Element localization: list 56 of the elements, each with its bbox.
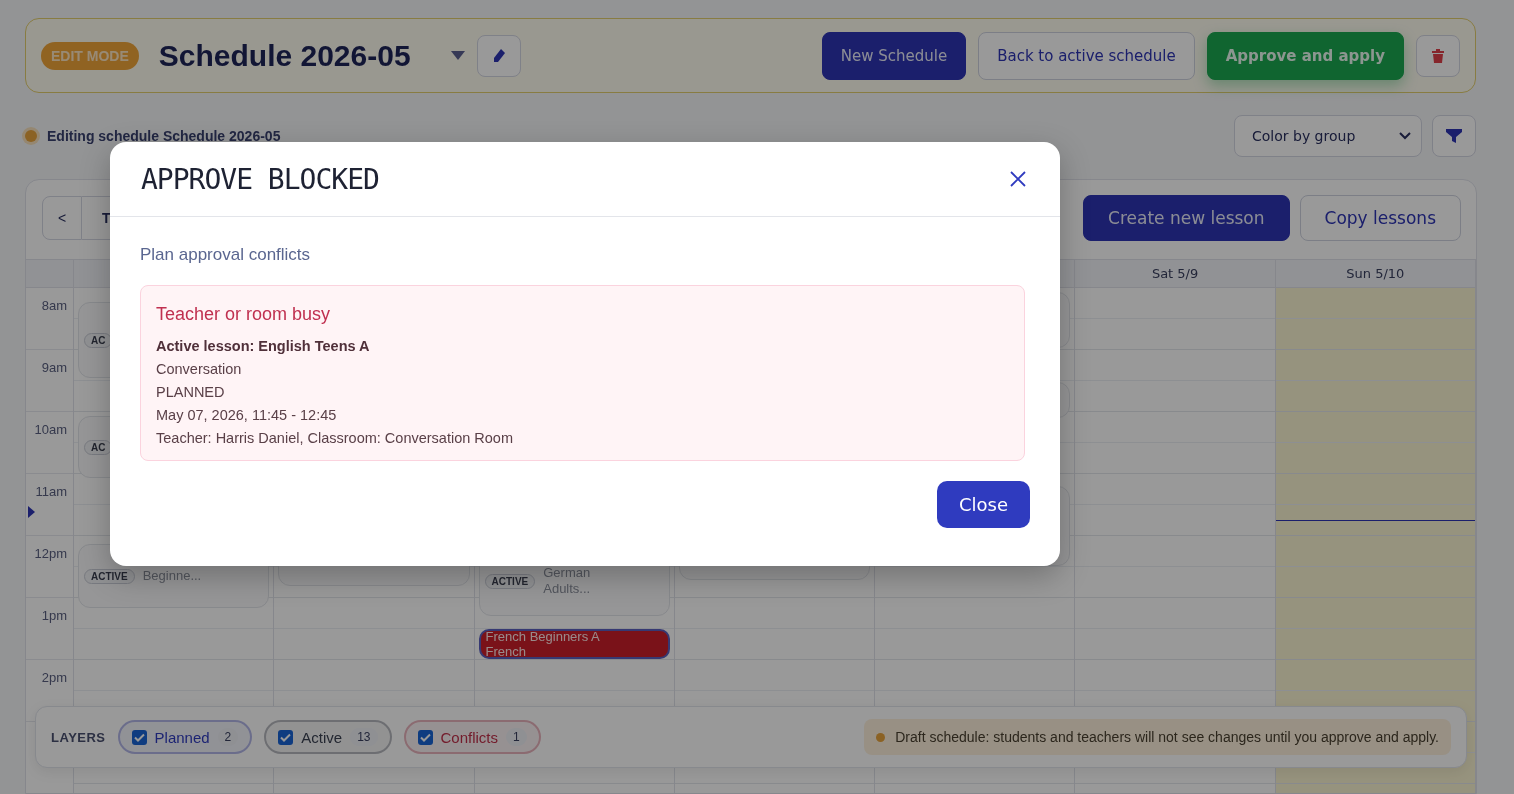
time-label: 11am (35, 484, 67, 500)
checkbox[interactable] (278, 729, 294, 745)
header-button[interactable]: New Schedule (821, 31, 967, 80)
filter-button[interactable] (1432, 115, 1476, 157)
lesson-title: German Adults... (543, 565, 592, 597)
layer-label: Conflicts (440, 728, 499, 746)
day-header: Sat 5/9 (1075, 260, 1276, 287)
calendar-action-button[interactable]: Create new lesson (1083, 195, 1290, 241)
lesson-subject: French (485, 644, 527, 659)
trash-icon (1431, 47, 1445, 64)
notice-text: Draft schedule: students and teachers will not see changes until you approve and apply. (895, 729, 1439, 745)
time-label: 2pm (41, 670, 67, 686)
time-label: 9am (41, 360, 67, 376)
caret-down-icon[interactable] (450, 50, 465, 61)
layers-label: LAYERS (51, 729, 106, 745)
current-time-marker-icon (28, 506, 35, 518)
conflict-detail: May 07, 2026, 11:45 - 12:45 (156, 407, 338, 423)
close-button[interactable]: Close (936, 481, 1030, 528)
time-label: 12pm (34, 546, 67, 562)
schedule-title: Schedule 2026-05 (158, 38, 412, 73)
conflict-detail: Conversation (156, 361, 243, 377)
active-badge: ACTIVE (84, 568, 135, 584)
layer-label: Active (301, 728, 343, 746)
chevron-down-icon (1399, 132, 1411, 140)
edit-mode-badge: EDIT MODE (41, 41, 139, 70)
lesson-title: French Beginners A (485, 629, 600, 644)
filter-icon (1446, 128, 1462, 144)
color-select[interactable]: Color by group (1234, 115, 1422, 157)
edit-button[interactable] (476, 34, 521, 77)
layer-label: Planned (154, 728, 210, 746)
status-dot (25, 130, 37, 142)
conflict-lesson: Active lesson: English Teens A (156, 338, 371, 354)
notice-dot (876, 732, 886, 742)
checkbox[interactable] (417, 729, 433, 745)
conflict-lesson-card[interactable]: French Beginners A French (478, 629, 670, 659)
pencil-icon (491, 47, 506, 64)
dialog-title: APPROVE BLOCKED (141, 162, 379, 196)
calendar-action-button[interactable]: Copy lessons (1299, 195, 1461, 241)
prev-button[interactable]: < (42, 196, 82, 240)
checkbox[interactable] (131, 729, 147, 745)
time-label: 1pm (41, 608, 67, 624)
header-button[interactable]: Back to active schedule (978, 31, 1195, 80)
dialog-subtitle: Plan approval conflicts (140, 245, 312, 265)
layer-count: 1 (506, 728, 527, 746)
time-label: 8am (41, 298, 67, 314)
status-text: Editing schedule Schedule 2026-05 (47, 128, 281, 144)
day-header: Sun 5/10 (1275, 260, 1476, 287)
lesson-title: Beginne... (142, 568, 203, 584)
delete-button[interactable] (1416, 34, 1460, 77)
time-label: 10am (34, 422, 67, 438)
active-badge: ACTIVE (484, 573, 536, 589)
conflict-detail: PLANNED (156, 384, 226, 400)
active-badge: AC (84, 332, 113, 348)
conflict-heading: Teacher or room busy (156, 304, 332, 325)
active-badge: AC (84, 439, 113, 455)
conflict-detail: Teacher: Harris Daniel, Classroom: Conversation Room (156, 430, 514, 446)
